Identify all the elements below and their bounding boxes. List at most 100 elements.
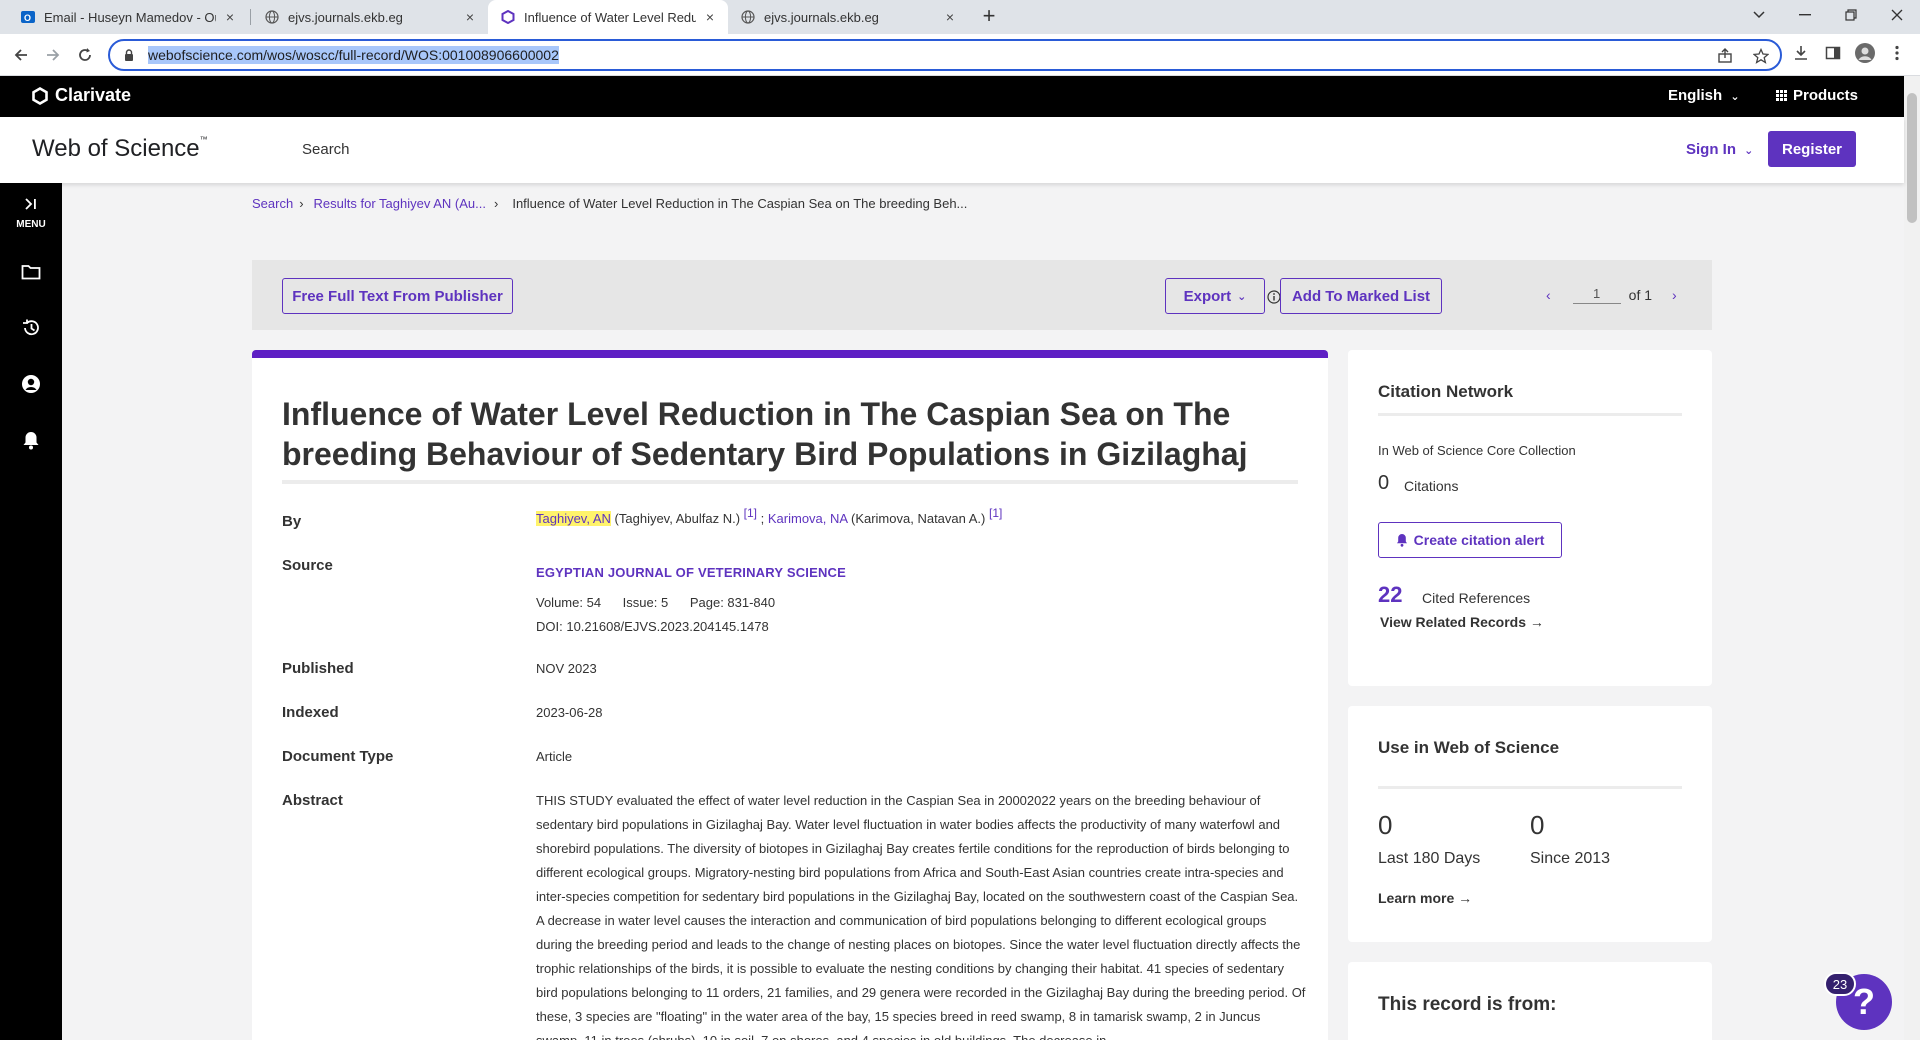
record-title: Influence of Water Level Reduction in Th… (282, 396, 1248, 472)
chevron-down-icon: ⌄ (1744, 145, 1754, 157)
breadcrumb-separator: › (299, 196, 304, 211)
page-total: of 1 (1628, 287, 1653, 303)
breadcrumb-results[interactable]: Results for Taghiyev AN (Au... (314, 196, 486, 211)
clarivate-logo-icon (32, 86, 48, 105)
profile-avatar-icon[interactable] (1854, 42, 1876, 64)
restore-icon[interactable] (1828, 0, 1874, 30)
tab-outlook[interactable]: O Email - Huseyn Mamedov - Outlook × (8, 0, 248, 34)
core-collection-label: In Web of Science Core Collection (1378, 443, 1576, 458)
document-type-value: Article (536, 749, 573, 764)
cited-references-count[interactable]: 22 (1378, 582, 1402, 608)
chevron-right-icon[interactable]: › (1672, 287, 1677, 303)
bookmark-star-icon[interactable] (1750, 45, 1772, 67)
add-to-marked-list-button[interactable]: Add To Marked List (1280, 278, 1442, 314)
close-icon[interactable]: × (462, 9, 478, 25)
full-record-card: Influence of Water Level Reduction in Th… (252, 350, 1328, 1040)
info-icon[interactable] (1267, 290, 1281, 304)
free-full-text-button[interactable]: Free Full Text From Publisher (282, 278, 513, 314)
clarivate-icon (500, 9, 516, 25)
svg-text:O: O (24, 13, 31, 23)
share-icon[interactable] (1714, 45, 1736, 67)
affiliation-ref[interactable]: [1] (744, 506, 757, 520)
doi: DOI: 10.21608/EJVS.2023.204145.1478 (536, 619, 769, 634)
view-related-records-link[interactable]: View Related Records → (1380, 614, 1544, 630)
menu-toggle[interactable]: MENU (0, 197, 62, 230)
reload-icon[interactable] (72, 42, 98, 68)
journal-link[interactable]: EGYPTIAN JOURNAL OF VETERINARY SCIENCE (536, 561, 1306, 585)
breadcrumb-separator: › (494, 196, 499, 211)
clarivate-bar: Clarivate English ⌄ Products (0, 76, 1904, 117)
citation-network-title: Citation Network (1378, 382, 1514, 401)
url-text: webofscience.com/wos/woscc/full-record/W… (148, 46, 559, 64)
outlook-icon: O (20, 9, 36, 25)
close-icon[interactable]: × (942, 9, 958, 25)
wos-header: Web of Science™ Search Sign In ⌄ Registe… (0, 117, 1904, 183)
side-panel-icon[interactable] (1822, 42, 1844, 64)
citation-network-card: Citation Network In Web of Science Core … (1348, 350, 1712, 686)
last-180-days-label: Last 180 Days (1378, 850, 1481, 867)
help-notification-badge: 23 (1824, 972, 1856, 996)
affiliation-ref[interactable]: [1] (989, 506, 1002, 520)
tab-ejvs-1[interactable]: ejvs.journals.ekb.eg × (252, 0, 488, 34)
kebab-menu-icon[interactable] (1886, 42, 1908, 64)
products-menu[interactable]: Products (1776, 87, 1858, 104)
register-button[interactable]: Register (1768, 131, 1856, 167)
card-divider (1378, 413, 1682, 416)
published-value: NOV 2023 (536, 661, 597, 676)
author-link[interactable]: Taghiyev, AN (536, 511, 611, 526)
address-bar[interactable]: webofscience.com/wos/woscc/full-record/W… (108, 39, 1782, 71)
breadcrumb: Search › Results for Taghiyev AN (Au... … (252, 196, 967, 211)
scrollbar-thumb[interactable] (1907, 93, 1917, 223)
breadcrumb-search[interactable]: Search (252, 196, 293, 211)
bell-icon[interactable] (20, 429, 42, 451)
chevron-left-icon[interactable]: ‹ (1546, 287, 1551, 303)
volume-issue-page: Volume: 54 Issue: 5 Page: 831-840 (536, 595, 776, 610)
create-citation-alert-button[interactable]: Create citation alert (1378, 522, 1562, 558)
cited-references-label: Cited References (1422, 590, 1531, 606)
toolbar-right (1790, 42, 1908, 64)
folder-icon[interactable] (20, 261, 42, 283)
history-icon[interactable] (20, 317, 42, 339)
sign-in-button[interactable]: Sign In ⌄ (1686, 141, 1753, 158)
browser-tab-bar: O Email - Huseyn Mamedov - Outlook × ejv… (0, 0, 1920, 34)
title-divider (282, 480, 1298, 484)
record-action-bar: Free Full Text From Publisher Export ⌄ A… (252, 260, 1712, 330)
citations-label: Citations (1404, 478, 1459, 494)
tab-wos-active[interactable]: Influence of Water Level Reduction × (488, 0, 728, 34)
usage-card: Use in Web of Science 0 Last 180 Days 0 … (1348, 706, 1712, 942)
new-tab-button[interactable]: + (976, 4, 1002, 30)
window-close-icon[interactable] (1874, 0, 1920, 30)
minimize-icon[interactable] (1782, 0, 1828, 30)
close-icon[interactable]: × (222, 9, 238, 25)
clarivate-logo[interactable]: Clarivate (31, 85, 131, 106)
since-2013-label: Since 2013 (1530, 850, 1611, 867)
page-number-input[interactable]: 1 (1572, 286, 1621, 304)
forward-arrow-icon[interactable] (40, 42, 66, 68)
last-180-days-count: 0 (1378, 810, 1393, 840)
usage-title: Use in Web of Science (1378, 738, 1560, 757)
bell-plus-icon (1396, 533, 1408, 547)
chevron-down-icon: ⌄ (1730, 91, 1740, 103)
header-search-link[interactable]: Search (302, 141, 350, 158)
wos-logo[interactable]: Web of Science™ (32, 135, 208, 163)
globe-icon (740, 9, 756, 25)
language-selector[interactable]: English ⌄ (1668, 87, 1740, 104)
learn-more-link[interactable]: Learn more → (1378, 890, 1472, 906)
close-icon[interactable]: × (702, 9, 718, 25)
export-button[interactable]: Export ⌄ (1165, 278, 1265, 314)
back-arrow-icon[interactable] (8, 42, 34, 68)
author-link[interactable]: Karimova, NA (768, 511, 847, 526)
globe-icon (264, 9, 280, 25)
card-divider (1378, 786, 1682, 789)
tab-search-icon[interactable] (1736, 0, 1782, 30)
tab-ejvs-2[interactable]: ejvs.journals.ekb.eg × (728, 0, 968, 34)
record-from-card: This record is from: (1348, 962, 1712, 1040)
left-sidebar: MENU (0, 183, 62, 1040)
download-icon[interactable] (1790, 42, 1812, 64)
abstract-text: THIS STUDY evaluated the effect of water… (536, 793, 1306, 1040)
chevron-down-icon: ⌄ (1237, 290, 1247, 303)
lock-icon (122, 47, 136, 63)
record-from-title: This record is from: (1378, 994, 1557, 1015)
user-account-icon[interactable] (20, 373, 42, 395)
citations-count[interactable]: 0 (1378, 472, 1389, 495)
